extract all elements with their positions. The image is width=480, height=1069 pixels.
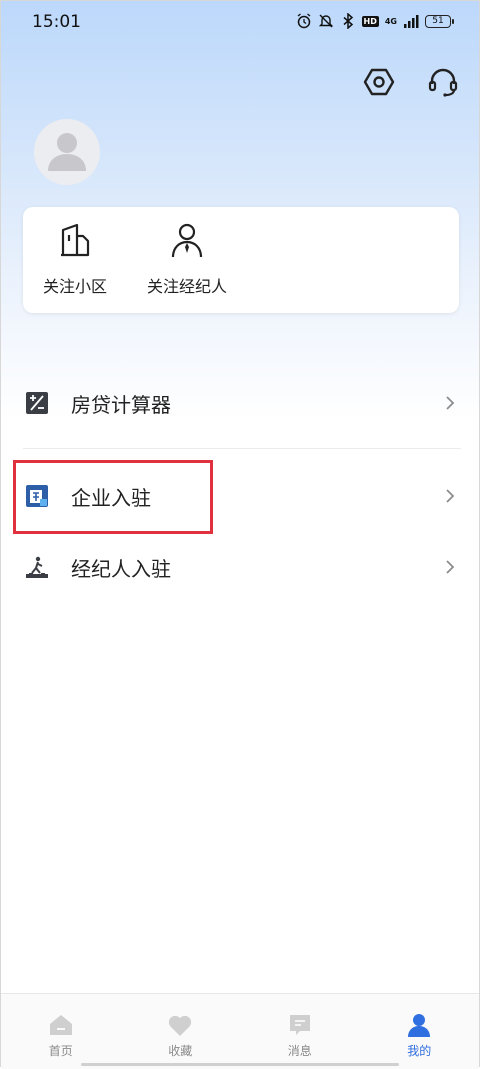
status-icons: HD 4G 51	[296, 13, 454, 29]
follow-card: 关注小区 关注经纪人	[23, 207, 459, 313]
heart-icon	[169, 1015, 192, 1036]
menu-item-label: 经纪人入驻	[71, 556, 171, 581]
avatar[interactable]	[34, 119, 100, 185]
divider	[23, 448, 461, 449]
bluetooth-icon	[343, 13, 353, 29]
bottom-tab-bar: 首页 收藏 消息 我的	[1, 993, 479, 1069]
follow-community-button[interactable]: 关注小区	[25, 221, 125, 297]
status-time: 15:01	[32, 12, 81, 32]
building-icon	[61, 223, 90, 257]
network-indicator: 4G	[384, 16, 397, 26]
settings-button[interactable]	[361, 64, 397, 100]
hd-badge: HD	[361, 15, 379, 27]
highlight-box	[13, 460, 213, 534]
chevron-right-icon	[446, 489, 455, 503]
profile-icon	[408, 1014, 431, 1037]
home-icon	[49, 1015, 72, 1035]
tab-home[interactable]: 首页	[1, 994, 121, 1069]
headset-icon	[428, 68, 458, 97]
signal-icon	[404, 15, 419, 28]
menu-item-label: 房贷计算器	[71, 392, 171, 417]
calculator-icon	[26, 392, 48, 414]
message-icon	[289, 1015, 310, 1035]
menu-item-mortgage-calculator[interactable]: 房贷计算器	[23, 371, 463, 435]
home-indicator	[81, 1063, 399, 1066]
agent-join-icon	[26, 556, 48, 578]
tab-label: 我的	[407, 1044, 432, 1058]
alarm-icon	[297, 13, 310, 29]
user-avatar-icon	[48, 133, 86, 171]
follow-agent-button[interactable]: 关注经纪人	[137, 221, 237, 297]
follow-community-label: 关注小区	[42, 277, 107, 296]
follow-agent-label: 关注经纪人	[146, 277, 227, 296]
chevron-right-icon	[446, 396, 455, 410]
agent-icon	[171, 223, 203, 258]
settings-hexagon-icon	[363, 68, 395, 96]
tab-label: 首页	[48, 1044, 73, 1058]
tab-favorites[interactable]: 收藏	[121, 994, 241, 1069]
customer-service-button[interactable]	[425, 64, 461, 100]
tab-mine[interactable]: 我的	[360, 994, 480, 1069]
tab-label: 收藏	[168, 1044, 193, 1058]
tab-messages[interactable]: 消息	[240, 994, 360, 1069]
tab-label: 消息	[287, 1044, 312, 1058]
status-bar: 15:01 HD 4G 51	[1, 1, 479, 45]
menu-item-agent-join[interactable]: 经纪人入驻	[23, 535, 463, 599]
battery-indicator: 51	[425, 14, 454, 28]
mute-icon	[318, 14, 333, 28]
chevron-right-icon	[446, 560, 455, 574]
mine-page: 15:01 HD 4G 51 关注小区 关注经纪人 房贷计算器 企业入驻 经纪人…	[0, 0, 480, 1069]
